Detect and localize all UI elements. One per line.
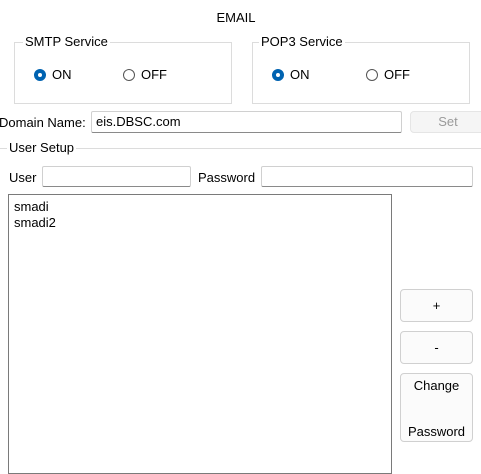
change-password-line2: Password <box>407 424 466 439</box>
set-button[interactable]: Set <box>410 111 481 133</box>
radio-selected-icon <box>34 68 46 81</box>
radio-unselected-icon <box>123 68 135 81</box>
pop3-service-group: POP3 Service ON OFF <box>252 34 470 104</box>
smtp-on-radio[interactable]: ON <box>34 67 72 82</box>
smtp-service-group: SMTP Service ON OFF <box>14 34 232 104</box>
list-item[interactable]: smadi2 <box>14 215 386 231</box>
pop3-service-label: POP3 Service <box>259 34 345 49</box>
list-item[interactable]: smadi <box>14 199 386 215</box>
user-setup-label: User Setup <box>7 140 77 155</box>
pop3-on-label: ON <box>290 67 310 82</box>
radio-selected-icon <box>272 68 284 81</box>
user-input[interactable] <box>42 166 191 187</box>
pop3-off-radio[interactable]: OFF <box>366 67 410 82</box>
radio-unselected-icon <box>366 68 378 81</box>
smtp-on-label: ON <box>52 67 72 82</box>
pop3-off-label: OFF <box>384 67 410 82</box>
password-input[interactable] <box>261 166 473 187</box>
change-password-line1: Change <box>413 378 460 393</box>
add-user-button[interactable]: + <box>400 289 473 322</box>
user-label: User <box>9 170 37 185</box>
change-password-button[interactable]: Change Password <box>400 373 473 442</box>
remove-user-button[interactable]: - <box>400 331 473 364</box>
smtp-service-label: SMTP Service <box>23 34 110 49</box>
smtp-off-radio[interactable]: OFF <box>123 67 167 82</box>
password-label: Password <box>198 170 256 185</box>
page-title: EMAIL <box>216 10 256 25</box>
pop3-on-radio[interactable]: ON <box>272 67 310 82</box>
domain-name-label: Domain Name: <box>0 115 86 130</box>
smtp-off-label: OFF <box>141 67 167 82</box>
user-list[interactable]: smadi smadi2 <box>8 194 392 474</box>
domain-name-input[interactable]: eis.DBSC.com <box>91 111 402 133</box>
